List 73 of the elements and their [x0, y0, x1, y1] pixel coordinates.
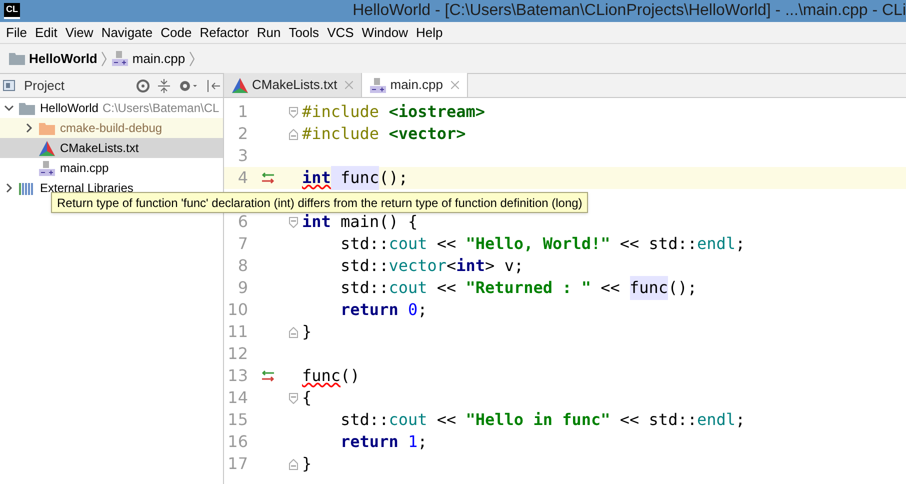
chevron-icon	[101, 50, 108, 66]
editor-tab[interactable]: CMakeLists.txt	[224, 73, 362, 97]
tree-path: C:\Users\Bateman\CL	[102, 100, 220, 117]
code-line: std::vector<int> v;	[340, 255, 524, 277]
cpp-file-icon	[112, 51, 128, 66]
code-line: }	[302, 321, 312, 343]
menu-item[interactable]: Help	[412, 22, 447, 42]
menu-item[interactable]: Navigate	[97, 22, 157, 42]
line-number: 15	[226, 409, 248, 431]
line-number: 16	[226, 431, 248, 453]
code-line: std::cout << "Hello in func" << std::endl;	[340, 409, 746, 431]
folder-icon	[39, 122, 55, 134]
chevron-icon	[189, 50, 196, 66]
code-line: #include <vector>	[302, 123, 466, 145]
menu-item[interactable]: VCS	[323, 22, 358, 42]
breadcrumb-item[interactable]: HelloWorld	[29, 48, 98, 68]
code-line: std::cout << "Hello, World!" << std::endl;	[340, 233, 746, 255]
triangle-icon	[232, 78, 248, 92]
line-number: 3	[236, 145, 248, 167]
code-line: return 1;	[340, 431, 428, 453]
code-line: return 0;	[340, 299, 428, 321]
code-line: #include <iostream>	[302, 101, 486, 123]
line-number: 17	[226, 453, 248, 475]
close-icon	[451, 81, 459, 89]
menu-item[interactable]: File	[2, 22, 31, 42]
line-number: 13	[226, 365, 248, 387]
collapse-icon	[158, 78, 170, 92]
tree-label: HelloWorld	[40, 100, 98, 117]
code-line: int main() {	[302, 211, 418, 233]
tree-label: cmake-build-debug	[60, 120, 162, 137]
app-logo: CL	[4, 3, 20, 19]
line-number: 6	[236, 211, 248, 233]
line-number: 1	[236, 101, 248, 123]
tree-item[interactable]: cmake-build-debug	[0, 118, 223, 138]
code-line: int func();	[302, 166, 408, 190]
tooltip: Return type of function 'func' declaration (int) differs from the return type of function definition (long)	[51, 192, 588, 213]
close-icon	[345, 81, 354, 89]
line-number: 11	[226, 321, 248, 343]
line-number: 7	[236, 233, 248, 255]
menu-item[interactable]: Run	[252, 22, 285, 42]
line-number: 14	[226, 387, 248, 409]
cpp-file-icon	[39, 160, 55, 176]
editor-tab[interactable]: main.cpp	[362, 73, 468, 97]
menu-item[interactable]: Refactor	[196, 22, 253, 42]
line-number: 4	[236, 167, 248, 189]
line-number: 8	[236, 255, 248, 277]
line-number: 9	[236, 277, 248, 299]
menu-item[interactable]: Code	[156, 22, 196, 42]
settings-icon	[178, 78, 198, 92]
folder-icon	[19, 102, 35, 114]
window-title: HelloWorld - [C:\Users\Bateman\CLionProjects\HelloWorld] - ...\main.cpp - CLi	[352, 1, 906, 21]
breadcrumb-item[interactable]: main.cpp	[132, 48, 186, 68]
line-number: 12	[226, 343, 248, 365]
code-line: func()	[302, 365, 360, 387]
code-line: {	[302, 387, 312, 409]
menu-item[interactable]: Edit	[30, 22, 62, 42]
panel-title: Project	[24, 76, 64, 95]
menu-item[interactable]: Tools	[284, 22, 324, 42]
target-icon	[136, 78, 150, 92]
code-line: std::cout << "Returned : " << func();	[302, 276, 697, 300]
line-number: 10	[226, 299, 248, 321]
line-number: 2	[236, 123, 248, 145]
library-icon	[19, 182, 35, 194]
tree-label: main.cpp	[60, 160, 109, 177]
triangle-icon	[39, 140, 55, 156]
tree-item[interactable]: CMakeLists.txt	[0, 138, 223, 158]
hide-panel-icon	[206, 78, 220, 92]
folder-icon	[9, 52, 25, 65]
cpp-file-icon	[370, 78, 386, 92]
tree-label: CMakeLists.txt	[60, 140, 139, 157]
menu-item[interactable]: View	[61, 22, 98, 42]
menu-item[interactable]: Window	[358, 22, 412, 42]
code-line: }	[302, 453, 312, 475]
